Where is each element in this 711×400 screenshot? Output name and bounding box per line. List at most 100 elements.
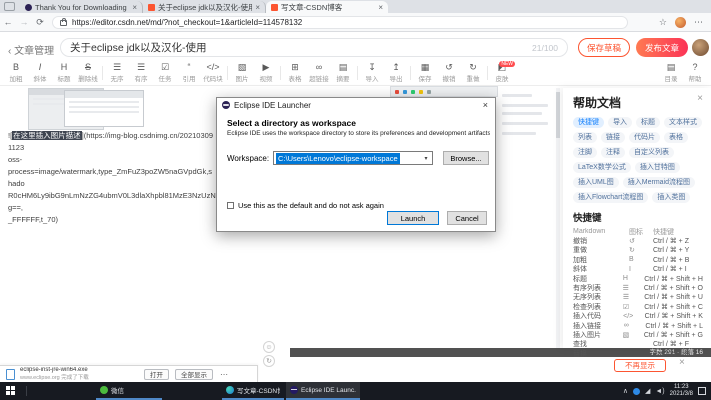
shortcut-keys: Ctrl / ⌘ + B bbox=[653, 256, 703, 264]
dialog-titlebar[interactable]: Eclipse IDE Launcher × bbox=[217, 98, 495, 112]
dialog-close-icon[interactable]: × bbox=[481, 100, 490, 110]
default-checkbox-row[interactable]: Use this as the default and do not ask a… bbox=[227, 201, 384, 210]
browse-button[interactable]: Browse... bbox=[443, 151, 489, 165]
refresh-icon[interactable]: ⟳ bbox=[32, 17, 48, 28]
cancel-button[interactable]: Cancel bbox=[447, 211, 487, 225]
article-title-text: 关于eclipse jdk以及汉化-使用 bbox=[70, 40, 532, 55]
heading-icon: H bbox=[61, 62, 68, 72]
help-tag-chip[interactable]: 文本样式 bbox=[664, 117, 702, 128]
tab-close-icon[interactable]: × bbox=[255, 3, 260, 12]
publish-button[interactable]: 发布文章 bbox=[636, 38, 688, 57]
preview-scrollbar-thumb[interactable] bbox=[556, 92, 560, 138]
back-icon[interactable]: ← bbox=[0, 17, 16, 27]
help-tag-chip[interactable]: 列表 bbox=[573, 132, 597, 143]
help-tag-chip[interactable]: 插入甘特图 bbox=[635, 162, 680, 173]
toolbar-image-button[interactable]: ▧图片 bbox=[230, 61, 254, 85]
taskbar-item-wechat[interactable]: 微信 bbox=[96, 382, 162, 400]
checkbox[interactable] bbox=[227, 202, 234, 209]
article-title-input[interactable]: 关于eclipse jdk以及汉化-使用 21/100 bbox=[60, 38, 568, 57]
url-text[interactable]: https://editor.csdn.net/md/?not_checkout… bbox=[72, 18, 302, 27]
help-tag-chip[interactable]: 注脚 bbox=[573, 147, 597, 158]
tab-actions-icon[interactable] bbox=[4, 2, 15, 11]
refresh-float-button[interactable]: ↻ bbox=[263, 355, 275, 367]
shortcut-icon: </> bbox=[623, 313, 644, 320]
toolbar-bold-button[interactable]: B加粗 bbox=[4, 61, 28, 85]
help-tag-chip[interactable]: 插入UML图 bbox=[573, 177, 619, 188]
toolbar-strikethrough-button[interactable]: S删除线 bbox=[76, 61, 100, 85]
toolbar-button-label: 斜体 bbox=[34, 73, 47, 83]
download-more-icon[interactable]: ⋯ bbox=[220, 370, 228, 379]
tray-app-icon[interactable] bbox=[633, 388, 640, 395]
taskbar-item-eclipse[interactable]: Eclipse IDE Launc... bbox=[286, 382, 360, 400]
toolbar-outline-button[interactable]: ▤目录 bbox=[659, 61, 683, 85]
toolbar-code-block-button[interactable]: </>代码块 bbox=[201, 61, 225, 85]
taskbar-item-label: 写文章-CSDN博客... bbox=[237, 385, 280, 395]
browser-tab-3[interactable]: 写文章-CSDN博客× bbox=[266, 1, 388, 13]
user-avatar[interactable] bbox=[692, 39, 709, 56]
help-tag-chip[interactable]: 导入 bbox=[608, 117, 632, 128]
action-center-icon[interactable] bbox=[698, 387, 706, 395]
download-show-all-button[interactable]: 全部显示 bbox=[175, 369, 213, 380]
help-tag-chip[interactable]: 表格 bbox=[664, 132, 688, 143]
toolbar-summary-button[interactable]: ▤摘要 bbox=[331, 61, 355, 85]
network-icon[interactable]: ◢ bbox=[645, 387, 650, 395]
browser-tab-1[interactable]: Thank You for Downloading Ecli...× bbox=[20, 1, 143, 13]
toolbar-ordered-list-button[interactable]: ☰有序 bbox=[129, 61, 153, 85]
help-tag-chip[interactable]: 标题 bbox=[636, 117, 660, 128]
browser-tab-2[interactable]: 关于eclipse jdk以及汉化-使用 - CSDN...× bbox=[143, 1, 266, 13]
help-tag-chip[interactable]: 代码片 bbox=[629, 132, 660, 143]
feedback-float-button[interactable]: ☺ bbox=[263, 341, 275, 353]
help-tag-chip[interactable]: LaTeX数学公式 bbox=[573, 162, 631, 173]
help-tag-chip[interactable]: 自定义列表 bbox=[629, 147, 674, 158]
help-tag-chip[interactable]: 插入Mermaid流程图 bbox=[623, 177, 695, 188]
toolbar-unordered-list-button[interactable]: ☰无序 bbox=[105, 61, 129, 85]
workspace-combobox[interactable]: C:\Users\Lenovo\eclipse-workspace ▾ bbox=[273, 151, 433, 165]
taskbar-clock[interactable]: 11:23 2021/3/8 bbox=[670, 384, 693, 398]
help-panel-close-icon[interactable]: × bbox=[697, 93, 703, 104]
browser-menu-icon[interactable]: ⋯ bbox=[694, 17, 703, 28]
combobox-dropdown-icon[interactable]: ▾ bbox=[420, 155, 432, 162]
new-badge: NEW bbox=[499, 61, 515, 67]
toolbar-save-button[interactable]: ▦保存 bbox=[413, 61, 437, 85]
back-to-articles-link[interactable]: ‹ 文章管理 bbox=[8, 42, 54, 57]
toolbar-link-button[interactable]: ∞超链接 bbox=[307, 61, 331, 85]
url-box[interactable]: https://editor.csdn.net/md/?not_checkout… bbox=[52, 16, 628, 29]
save-draft-button[interactable]: 保存草稿 bbox=[578, 38, 630, 57]
help-tag-chip[interactable]: 插入类图 bbox=[652, 192, 690, 203]
workspace-value[interactable]: C:\Users\Lenovo\eclipse-workspace bbox=[276, 153, 400, 164]
browser-profile-avatar[interactable] bbox=[675, 17, 686, 28]
toolbar-export-button[interactable]: ↥导出 bbox=[384, 61, 408, 85]
help-tag-chip[interactable]: 快捷键 bbox=[573, 117, 604, 128]
download-info[interactable]: eclipse-inst-jre-win64.exe www.eclipse.o… bbox=[20, 367, 138, 381]
toolbar-undo-button[interactable]: ↺撤销 bbox=[437, 61, 461, 85]
help-tag-chip[interactable]: 注释 bbox=[601, 147, 625, 158]
toolbar-redo-button[interactable]: ↻重做 bbox=[461, 61, 485, 85]
preview-scrollbar[interactable] bbox=[556, 88, 560, 348]
dismiss-close-icon[interactable]: × bbox=[679, 357, 685, 368]
dismiss-button[interactable]: 不再显示 bbox=[614, 359, 666, 372]
toolbar-button-label: 目录 bbox=[665, 73, 678, 83]
toolbar-import-button[interactable]: ↧导入 bbox=[360, 61, 384, 85]
favorites-star-icon[interactable]: ☆ bbox=[659, 17, 667, 28]
launch-button[interactable]: Launch bbox=[387, 211, 439, 225]
start-button[interactable] bbox=[6, 386, 15, 395]
toolbar-table-button[interactable]: ⊞表格 bbox=[283, 61, 307, 85]
toolbar-heading-button[interactable]: H标题 bbox=[52, 61, 76, 85]
help-tag-chip[interactable]: 插入Flowchart流程图 bbox=[573, 192, 648, 203]
toolbar-task-list-button[interactable]: ☑任务 bbox=[153, 61, 177, 85]
toolbar-video-button[interactable]: ▶视频 bbox=[254, 61, 278, 85]
toolbar-theme-button[interactable]: ◩皮肤NEW bbox=[490, 61, 514, 85]
download-open-button[interactable]: 打开 bbox=[144, 369, 169, 380]
toolbar-italic-button[interactable]: I斜体 bbox=[28, 61, 52, 85]
tray-chevron-icon[interactable]: ∧ bbox=[623, 387, 628, 395]
toolbar-help-button[interactable]: ?帮助 bbox=[683, 61, 707, 85]
toolbar-quote-button[interactable]: “引用 bbox=[177, 61, 201, 85]
help-tag-chip[interactable]: 链接 bbox=[601, 132, 625, 143]
tab-close-icon[interactable]: × bbox=[378, 3, 383, 12]
forward-icon[interactable]: → bbox=[16, 17, 32, 27]
tab-close-icon[interactable]: × bbox=[132, 3, 137, 12]
taskbar-item-edge[interactable]: 写文章-CSDN博客... bbox=[222, 382, 284, 400]
volume-icon[interactable]: ◄) bbox=[655, 388, 664, 395]
shortcut-row: 斜体ICtrl / ⌘ + I bbox=[573, 265, 703, 274]
markdown-editor-text[interactable]: ![在这里插入图片描述](https://img-blog.csdnimg.cn… bbox=[8, 130, 216, 226]
